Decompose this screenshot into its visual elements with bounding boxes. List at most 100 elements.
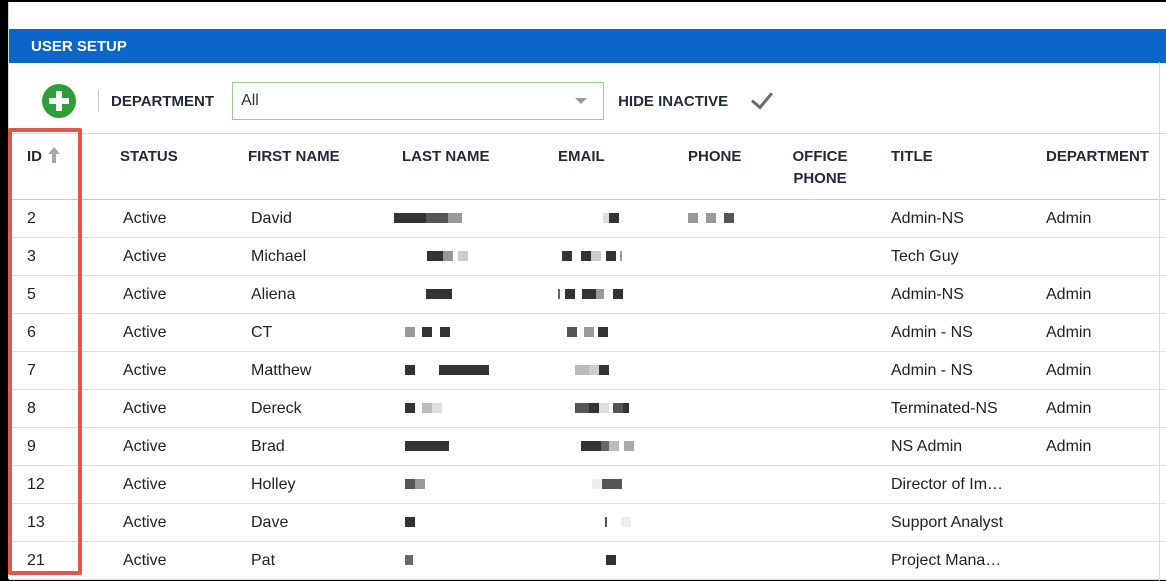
table-row[interactable]: 13 Active Dave Support Analyst [9,504,1166,542]
hide-inactive-label: HIDE INACTIVE [618,92,729,110]
cell-phone-redacted [688,213,698,223]
cell-email-redacted [609,213,619,223]
table-row[interactable]: 6 Active CT Admin - NS Admin [9,314,1166,352]
table-row[interactable]: 3 Active Michael Tech Guy [9,238,1166,276]
cell-title: Project Mana… [891,552,1002,569]
cell-last-name-redacted [422,403,432,413]
column-header-title[interactable]: TITLE [891,146,933,168]
table-row[interactable]: 8 Active Dereck Terminated-NS Admin [9,390,1166,428]
cell-status: Active [123,552,167,569]
table-row[interactable]: 2 Active David Admin-NS Admin [9,200,1166,238]
cell-email-redacted [598,327,608,337]
cell-email-redacted [606,251,616,261]
cell-first-name: CT [251,324,273,341]
cell-email-redacted [589,403,599,413]
cell-department: Admin [1046,210,1092,227]
cell-status: Active [123,514,167,531]
cell-email-redacted [567,327,577,337]
table-row[interactable]: 21 Active Pat Project Mana… [9,542,1166,580]
column-header-first[interactable]: FIRST NAME [248,146,340,168]
cell-status: Active [123,286,167,303]
cell-email-redacted [621,517,631,527]
column-header-label: OFFICE PHONE [792,148,848,187]
cell-department: Admin [1046,362,1092,379]
hide-inactive-checkbox[interactable] [748,87,776,115]
column-header-label: FIRST NAME [248,148,340,165]
cell-title: Admin - NS [891,362,973,379]
column-header-label: ID [27,148,42,165]
cell-email-redacted [624,441,634,451]
cell-phone-redacted [706,213,716,223]
cell-email-redacted [605,517,607,527]
cell-email-redacted [599,365,609,375]
cell-email-redacted [609,441,619,451]
cell-email-redacted [623,403,629,413]
column-header-dept[interactable]: DEPARTMENT [1046,146,1149,168]
column-header-label: LAST NAME [402,148,490,165]
cell-department: Admin [1046,324,1092,341]
table-row[interactable]: 12 Active Holley Director of Im… [9,466,1166,504]
column-header-phone[interactable]: PHONE [688,146,741,168]
cell-email-redacted [581,251,591,261]
cell-last-name-redacted [415,479,425,489]
cell-first-name: Dave [251,514,289,531]
cell-last-name-redacted [422,327,432,337]
cell-first-name: Dereck [251,400,302,417]
cell-last-name-redacted [405,327,415,337]
cell-title: Admin-NS [891,210,964,227]
column-header-office[interactable]: OFFICE PHONE [790,146,850,190]
cell-email-redacted [589,365,599,375]
cell-id: 13 [27,514,45,531]
department-select[interactable]: All [232,82,605,120]
cell-status: Active [123,210,167,227]
cell-email-redacted [606,555,616,565]
toolbar: DEPARTMENT All HIDE INACTIVE [9,76,1166,126]
table-row[interactable]: 5 Active Aliena Admin-NS Admin [9,276,1166,314]
cell-last-name-redacted [405,441,449,451]
cell-email-redacted [562,251,572,261]
toolbar-divider [98,90,99,112]
column-header-email[interactable]: EMAIL [558,146,605,168]
cell-phone-redacted [724,213,734,223]
cell-email-redacted [581,441,601,451]
cell-id: 3 [27,248,36,265]
cell-email-redacted [613,289,623,299]
cell-last-name-redacted [448,213,462,223]
cell-title: Admin - NS [891,324,973,341]
cell-id: 9 [27,438,36,455]
cell-last-name-redacted [426,289,452,299]
column-header-label: STATUS [120,148,178,165]
cell-email-redacted [558,289,560,299]
cell-first-name: Matthew [251,362,312,379]
cell-last-name-redacted [405,479,415,489]
cell-email-redacted [591,251,601,261]
column-header-last[interactable]: LAST NAME [402,146,490,168]
column-header-label: DEPARTMENT [1046,148,1150,165]
cell-id: 2 [27,210,36,227]
column-header-id[interactable]: ID [27,146,60,168]
cell-id: 21 [27,552,45,569]
cell-email-redacted [575,365,589,375]
table-row[interactable]: 9 Active Brad NS Admin Admin [9,428,1166,466]
cell-email-redacted [601,441,609,451]
department-filter-label: DEPARTMENT [111,92,215,110]
cell-id: 8 [27,400,36,417]
panel-title-bar: USER SETUP [9,29,1166,63]
cell-email-redacted [602,479,622,489]
plus-circle-icon[interactable] [42,84,76,118]
cell-id: 12 [27,476,45,493]
cell-first-name: Aliena [251,286,296,303]
table-row[interactable]: 7 Active Matthew Admin - NS Admin [9,352,1166,390]
cell-email-redacted [584,327,594,337]
cell-last-name-redacted [443,251,453,261]
cell-id: 6 [27,324,36,341]
chevron-down-icon [575,98,588,104]
cell-first-name: David [251,210,292,227]
cell-department: Admin [1046,286,1092,303]
cell-email-redacted [613,403,623,413]
cell-title: Support Analyst [891,514,1004,531]
cell-last-name-redacted [405,517,415,527]
column-header-status[interactable]: STATUS [120,146,178,168]
column-header-label: PHONE [688,148,742,165]
table-header: ID STATUS FIRST NAME LAST NAME EMAIL PHONE OFF… [9,134,1166,200]
